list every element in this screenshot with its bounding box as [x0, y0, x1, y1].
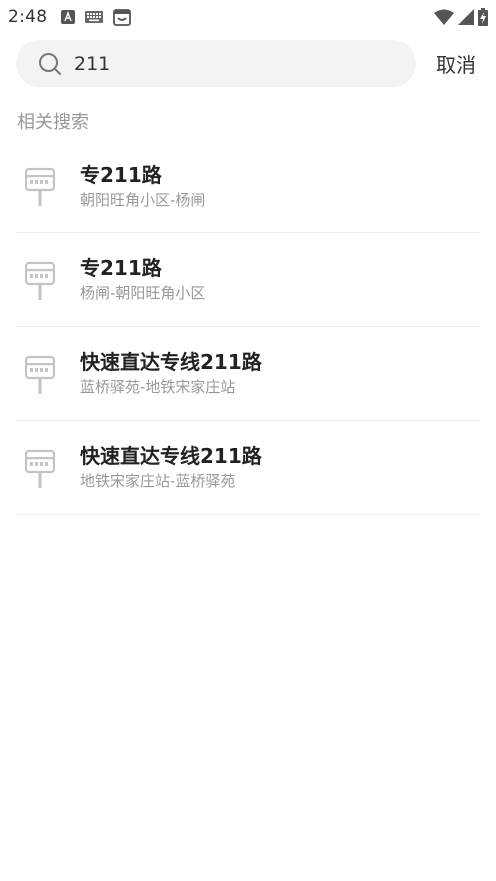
keyboard-icon	[85, 11, 104, 23]
clipboard-icon	[113, 9, 132, 26]
battery-charging-icon	[478, 8, 488, 26]
status-time: 2:48	[8, 7, 48, 27]
result-route: 杨闸-朝阳旺角小区	[80, 284, 206, 302]
result-text: 专211路 朝阳旺角小区-杨闸	[80, 162, 205, 211]
system-icons	[434, 8, 488, 26]
result-route: 朝阳旺角小区-杨闸	[80, 190, 206, 209]
result-name: 专211路	[80, 256, 162, 280]
signal-icon	[458, 9, 474, 25]
wifi-icon	[434, 9, 454, 25]
result-text: 专211路 杨闸-朝阳旺角小区	[80, 255, 205, 304]
result-route: 蓝桥驿苑-地铁宋家庄站	[80, 378, 236, 396]
list-item[interactable]: 快速直达专线211路 地铁宋家庄站-蓝桥驿苑	[16, 421, 480, 515]
list-item[interactable]: 专211路 朝阳旺角小区-杨闸	[16, 140, 480, 233]
result-name: 快速直达专线211路	[80, 444, 262, 468]
search-box[interactable]	[16, 40, 416, 87]
bus-stop-icon	[25, 261, 55, 300]
result-route: 地铁宋家庄站-蓝桥驿苑	[80, 472, 236, 490]
bus-stop-icon	[25, 449, 55, 488]
status-bar: 2:48	[0, 0, 496, 34]
text-format-icon	[61, 10, 76, 24]
result-name: 专211路	[80, 162, 162, 187]
section-title: 相关搜索	[17, 112, 89, 133]
notification-icons	[61, 8, 132, 26]
bus-stop-icon	[25, 355, 55, 394]
cancel-button[interactable]: 取消	[436, 49, 476, 78]
search-row: 取消	[16, 40, 486, 87]
list-item[interactable]: 专211路 杨闸-朝阳旺角小区	[16, 233, 480, 327]
list-item[interactable]: 快速直达专线211路 蓝桥驿苑-地铁宋家庄站	[16, 327, 480, 421]
result-name: 快速直达专线211路	[80, 350, 262, 374]
result-text: 快速直达专线211路 蓝桥驿苑-地铁宋家庄站	[80, 349, 262, 398]
search-icon	[39, 52, 61, 75]
search-input[interactable]	[74, 52, 374, 75]
result-text: 快速直达专线211路 地铁宋家庄站-蓝桥驿苑	[80, 443, 262, 492]
bus-stop-icon	[25, 167, 55, 206]
result-list: 专211路 朝阳旺角小区-杨闸 专211路 杨闸-朝阳旺角小区 快速直达专线21…	[16, 140, 480, 515]
